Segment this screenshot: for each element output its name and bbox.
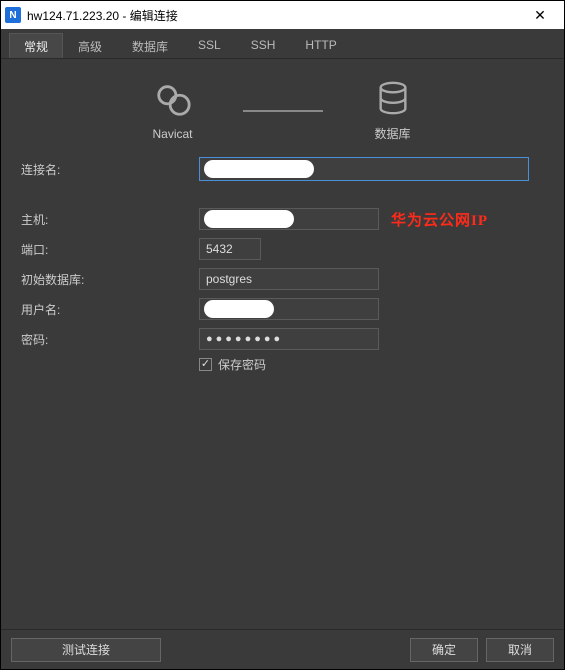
navicat-label: Navicat xyxy=(152,127,192,141)
titlebar: N hw124.71.223.20 - 编辑连接 ✕ xyxy=(1,1,564,29)
tab-general[interactable]: 常规 xyxy=(9,33,63,58)
tab-bar: 常规 高级 数据库 SSL SSH HTTP xyxy=(1,29,564,59)
footer: 测试连接 确定 取消 xyxy=(1,629,564,669)
close-button[interactable]: ✕ xyxy=(520,1,560,29)
navicat-icon xyxy=(154,81,192,119)
database-label: 数据库 xyxy=(374,125,410,142)
content-pane: Navicat 数据库 连接名: xyxy=(1,59,564,629)
connector-line-icon xyxy=(243,110,323,112)
pwd-input[interactable]: ●●●●●●●● xyxy=(199,328,379,350)
port-label: 端口: xyxy=(19,241,199,258)
ok-label: 确定 xyxy=(432,641,456,658)
tab-ssl[interactable]: SSL xyxy=(183,33,236,58)
ok-button[interactable]: 确定 xyxy=(410,638,478,662)
tab-database-label: 数据库 xyxy=(132,40,168,54)
initdb-input[interactable] xyxy=(199,268,379,290)
cancel-button[interactable]: 取消 xyxy=(486,638,554,662)
test-connection-button[interactable]: 测试连接 xyxy=(11,638,161,662)
user-input[interactable] xyxy=(199,298,379,320)
tab-advanced[interactable]: 高级 xyxy=(63,33,117,58)
close-icon: ✕ xyxy=(534,7,546,24)
cancel-label: 取消 xyxy=(508,641,532,658)
conn-name-input[interactable] xyxy=(199,157,529,181)
user-redaction xyxy=(204,300,274,318)
save-pwd-checkbox[interactable]: ✓ 保存密码 xyxy=(199,356,546,373)
form: 连接名: 主机: 华为云公网IP 端口: xyxy=(19,156,546,373)
port-input[interactable] xyxy=(199,238,261,260)
host-label: 主机: xyxy=(19,211,199,228)
database-icon xyxy=(374,79,412,117)
tab-http-label: HTTP xyxy=(305,38,336,52)
tab-ssh-label: SSH xyxy=(251,38,276,52)
host-annotation: 华为云公网IP xyxy=(391,209,488,230)
check-icon: ✓ xyxy=(199,358,212,371)
pwd-label: 密码: xyxy=(19,331,199,348)
conn-name-label: 连接名: xyxy=(19,161,199,178)
tab-ssl-label: SSL xyxy=(198,38,221,52)
user-label: 用户名: xyxy=(19,301,199,318)
host-input[interactable] xyxy=(199,208,379,230)
test-connection-label: 测试连接 xyxy=(62,641,110,658)
app-icon: N xyxy=(5,7,21,23)
pwd-mask: ●●●●●●●● xyxy=(206,333,283,345)
edit-connection-window: N hw124.71.223.20 - 编辑连接 ✕ 常规 高级 数据库 SSL… xyxy=(0,0,565,670)
save-pwd-label: 保存密码 xyxy=(218,356,266,373)
initdb-label: 初始数据库: xyxy=(19,271,199,288)
tab-http[interactable]: HTTP xyxy=(290,33,351,58)
tab-database[interactable]: 数据库 xyxy=(117,33,183,58)
tab-ssh[interactable]: SSH xyxy=(236,33,291,58)
window-title: hw124.71.223.20 - 编辑连接 xyxy=(27,7,520,24)
conn-name-redaction xyxy=(204,160,314,178)
tab-advanced-label: 高级 xyxy=(78,40,102,54)
connection-diagram: Navicat 数据库 xyxy=(19,79,546,142)
tab-general-label: 常规 xyxy=(24,40,48,54)
host-redaction xyxy=(204,210,294,228)
